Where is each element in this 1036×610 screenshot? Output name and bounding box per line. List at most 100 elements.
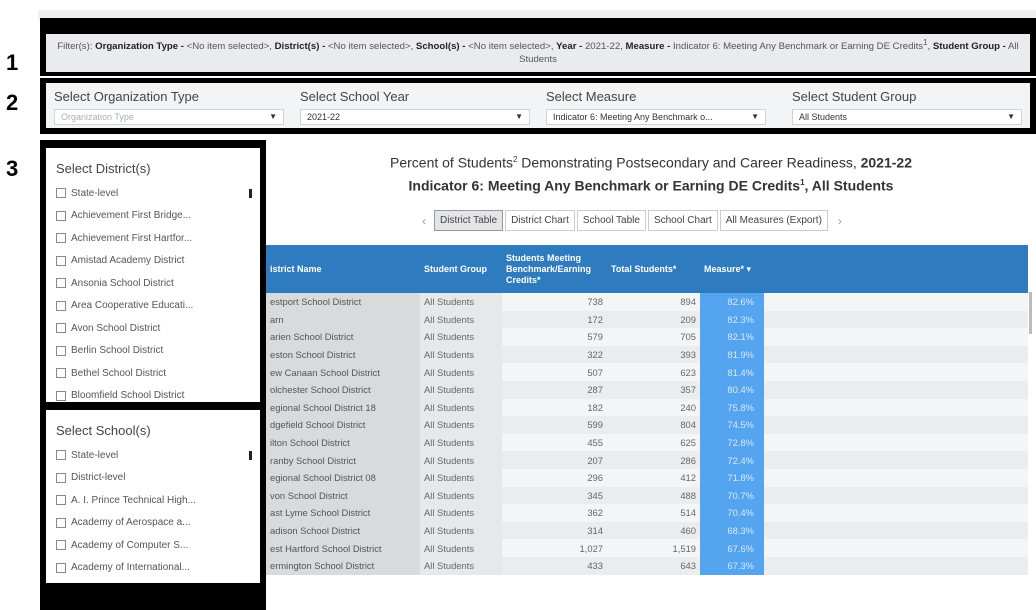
checkbox-item[interactable]: Bloomfield School District xyxy=(56,385,260,403)
cell-student-group: All Students xyxy=(420,416,502,434)
select-measure-label: Select Measure xyxy=(546,89,637,104)
measure-dropdown[interactable]: Indicator 6: Meeting Any Benchmark o... ▼ xyxy=(546,109,766,125)
table-row[interactable]: von School District All Students 345 488 70.… xyxy=(266,486,1028,505)
checkbox[interactable] xyxy=(56,562,66,573)
checkbox-label: Achievement First Bridge... xyxy=(71,210,192,222)
table-row[interactable]: adison School District All Students 314 460… xyxy=(266,521,1028,540)
checkbox-label: Berlin School District xyxy=(71,345,164,357)
cell-student-group: All Students xyxy=(420,556,502,575)
cell-total-students: 643 xyxy=(607,556,700,575)
checkbox[interactable] xyxy=(56,233,66,244)
checkbox[interactable] xyxy=(56,450,66,461)
checkbox-label: Achievement First Hartfor... xyxy=(71,232,193,244)
checkbox-item[interactable]: State-level xyxy=(56,444,260,467)
district-list: State-level Achievement First Bridge... Ac… xyxy=(46,182,260,402)
report-title-rest: Demonstrating Postsecondary and Career R… xyxy=(517,154,861,171)
cell-measure: 82.1% xyxy=(700,328,764,346)
checkbox-item[interactable]: District-level xyxy=(56,467,260,490)
school-year-dropdown[interactable]: 2021-22 ▼ xyxy=(300,109,530,125)
cell-students-meeting: 345 xyxy=(502,486,607,505)
tabs-prev-arrow[interactable]: ‹ xyxy=(422,214,426,228)
tab-district-chart[interactable]: District Chart xyxy=(505,210,575,231)
cell-total-students: 625 xyxy=(607,433,700,452)
checkbox-item[interactable]: Academy of International... xyxy=(56,557,260,580)
cell-district-name: olchester School District xyxy=(266,380,420,399)
checkbox-item[interactable]: Achievement First Bridge... xyxy=(56,205,260,228)
checkbox-item[interactable]: Amistad Academy District xyxy=(56,250,260,273)
table-scrollbar[interactable] xyxy=(1029,292,1032,334)
cell-measure: 67.3% xyxy=(700,556,764,575)
column-header-spacer xyxy=(764,245,1028,293)
checkbox[interactable] xyxy=(56,255,66,266)
checkbox[interactable] xyxy=(56,495,66,506)
cell-student-group: All Students xyxy=(420,451,502,469)
district-list-card: Select District(s) State-level Achievemen… xyxy=(46,148,260,402)
checkbox-item[interactable]: A. I. Prince Technical High... xyxy=(56,489,260,512)
student-group-dropdown[interactable]: All Students ▼ xyxy=(792,109,1022,125)
cell-spacer xyxy=(764,345,1028,364)
checkbox[interactable] xyxy=(56,278,66,289)
cell-total-students: 488 xyxy=(607,486,700,505)
checkbox-label: State-level xyxy=(71,449,119,461)
table-row[interactable]: ast Lyme School District All Students 362 5… xyxy=(266,504,1028,522)
cell-spacer xyxy=(764,363,1028,381)
cell-measure: 82.3% xyxy=(700,310,764,329)
org-type-dropdown-value: Organization Type xyxy=(61,112,134,122)
school-list-scrollbar[interactable] xyxy=(249,451,252,460)
table-row[interactable]: arn All Students 172 209 82.3% xyxy=(266,310,1028,329)
column-header-student-group[interactable]: Student Group xyxy=(420,245,502,293)
checkbox-item[interactable]: Academy of Aerospace a... xyxy=(56,512,260,535)
checkbox[interactable] xyxy=(56,323,66,334)
checkbox[interactable] xyxy=(56,472,66,483)
tab-all-measures-export[interactable]: All Measures (Export) xyxy=(719,210,828,231)
column-header-measure[interactable]: Measure* ▾ xyxy=(700,245,764,293)
checkbox[interactable] xyxy=(56,188,66,199)
org-type-dropdown[interactable]: Organization Type ▼ xyxy=(54,109,284,125)
checkbox-item[interactable]: Academy of Computer S... xyxy=(56,534,260,557)
checkbox[interactable] xyxy=(56,345,66,356)
report-title-year: 2021-22 xyxy=(860,154,912,171)
column-header-total-students[interactable]: Total Students* xyxy=(607,245,700,293)
column-header-district-name[interactable]: istrict Name xyxy=(266,245,420,293)
table-row[interactable]: ilton School District All Students 455 625 7… xyxy=(266,433,1028,452)
table-row[interactable]: dgefield School District All Students 599 8… xyxy=(266,416,1028,434)
checkbox-item[interactable]: Avon School District xyxy=(56,317,260,340)
table-row[interactable]: ew Canaan School District All Students 507… xyxy=(266,363,1028,381)
table-row[interactable]: ermington School District All Students 433… xyxy=(266,556,1028,575)
table-row[interactable]: olchester School District All Students 287… xyxy=(266,380,1028,399)
checkbox[interactable] xyxy=(56,390,66,401)
select-year-label: Select School Year xyxy=(300,89,410,104)
table-row[interactable]: eston School District All Students 322 393 8… xyxy=(266,345,1028,364)
district-list-scrollbar[interactable] xyxy=(249,189,252,198)
table-row[interactable]: est Hartford School District All Students… xyxy=(266,539,1028,557)
table-row[interactable]: arien School District All Students 579 705 8… xyxy=(266,328,1028,346)
tab-district-table[interactable]: District Table xyxy=(434,210,504,231)
checkbox[interactable] xyxy=(56,540,66,551)
table-row[interactable]: egional School District 18 All Students 18… xyxy=(266,398,1028,417)
checkbox[interactable] xyxy=(56,517,66,528)
checkbox-item[interactable]: Bethel School District xyxy=(56,362,260,385)
table-row[interactable]: ranby School District All Students 207 286 7… xyxy=(266,451,1028,469)
column-header-students-meeting[interactable]: Students Meeting Benchmark/Earning Credi… xyxy=(502,245,607,293)
table-row[interactable]: estport School District All Students 738 89… xyxy=(266,293,1028,311)
checkbox-item[interactable]: Berlin School District xyxy=(56,340,260,363)
checkbox-item[interactable]: Ansonia School District xyxy=(56,272,260,295)
checkbox-label: District-level xyxy=(71,472,126,484)
cell-students-meeting: 455 xyxy=(502,433,607,452)
tab-school-chart[interactable]: School Chart xyxy=(647,210,718,231)
checkbox-item[interactable]: State-level xyxy=(56,182,260,205)
checkbox[interactable] xyxy=(56,210,66,221)
school-list-card: Select School(s) State-level District-lev… xyxy=(46,410,260,583)
cell-student-group: All Students xyxy=(420,380,502,399)
checkbox-item[interactable]: Area Cooperative Educati... xyxy=(56,295,260,318)
checkbox[interactable] xyxy=(56,300,66,311)
tabs-next-arrow[interactable]: › xyxy=(838,214,842,228)
checkbox-label: Bethel School District xyxy=(71,367,167,379)
checkbox-item[interactable]: Achievement First Hartfor... xyxy=(56,227,260,250)
tab-school-table[interactable]: School Table xyxy=(576,210,646,231)
checkbox[interactable] xyxy=(56,368,66,379)
table-row[interactable]: egional School District 08 All Students 29… xyxy=(266,468,1028,487)
filter-district-key: District(s) - xyxy=(274,41,326,53)
filter-district-value: <No item selected>, xyxy=(325,41,416,53)
cell-total-students: 1,519 xyxy=(607,539,700,557)
